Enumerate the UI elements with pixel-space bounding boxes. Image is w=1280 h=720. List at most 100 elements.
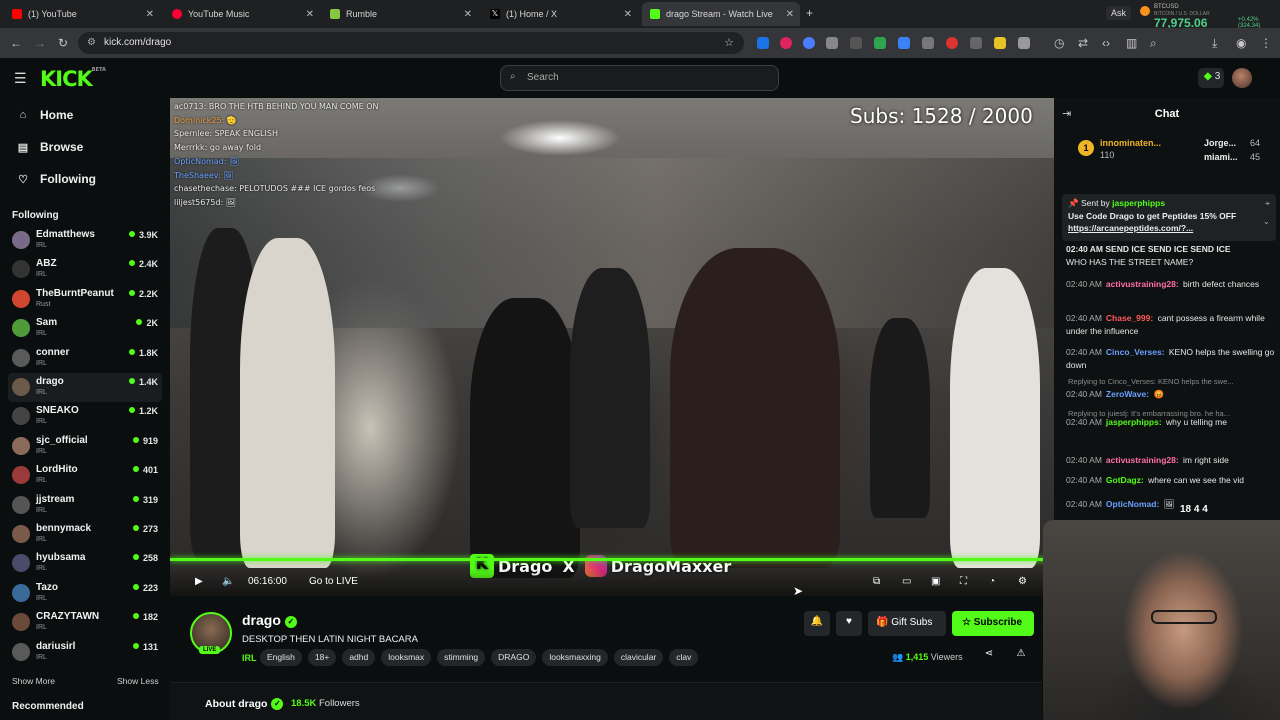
sidebar-item-crazytawn[interactable]: CRAZYTAWN IRL 182 bbox=[8, 608, 162, 637]
hamburger-menu-icon[interactable]: ☰ bbox=[14, 70, 27, 87]
extension-icon[interactable] bbox=[826, 37, 838, 49]
tag-chip[interactable]: DRAGO bbox=[491, 649, 537, 666]
history-icon[interactable]: ◷ bbox=[1054, 36, 1064, 50]
extension-icon[interactable] bbox=[850, 37, 862, 49]
chat-message[interactable]: 02:40 AM activustraining28: im right side bbox=[1066, 454, 1278, 467]
close-tab-icon[interactable]: ✕ bbox=[306, 9, 314, 20]
tag-chip[interactable]: English bbox=[260, 649, 302, 666]
pip-icon[interactable]: ▣ bbox=[931, 576, 940, 587]
sidebar-item-theburntpeanut[interactable]: TheBurntPeanut Rust 2.2K bbox=[8, 285, 162, 314]
chevron-down-icon[interactable]: ⌄ bbox=[1263, 216, 1270, 227]
category-link[interactable]: IRL bbox=[242, 653, 257, 663]
progress-bar[interactable] bbox=[170, 558, 1054, 561]
chat-username[interactable]: jasperphipps: bbox=[1106, 417, 1162, 427]
share-icon[interactable]: ⋖ bbox=[982, 648, 996, 662]
search-input[interactable]: ⌕ Search bbox=[500, 65, 779, 91]
close-tab-icon[interactable]: ✕ bbox=[786, 9, 794, 20]
go-to-live-button[interactable]: Go to LIVE bbox=[309, 576, 358, 587]
play-icon[interactable]: ▶ bbox=[195, 576, 203, 587]
translate-icon[interactable]: ⇄ bbox=[1078, 36, 1088, 50]
chat-username[interactable]: activustraining28: bbox=[1106, 279, 1179, 289]
browser-tab[interactable]: (1) YouTube ✕ bbox=[4, 2, 160, 26]
url-bar[interactable]: ⚙ kick.com/drago ☆ bbox=[78, 32, 744, 54]
chat-username[interactable]: Cinco_Verses: bbox=[1106, 347, 1165, 357]
zoom-icon[interactable]: ⌕ bbox=[1150, 36, 1157, 51]
extension-icon[interactable] bbox=[994, 37, 1006, 49]
chat-message[interactable]: 02:40 AM activustraining28: birth defect … bbox=[1066, 278, 1278, 291]
fullscreen-icon[interactable]: ⛶ bbox=[960, 576, 967, 587]
extension-icon[interactable] bbox=[922, 37, 934, 49]
sidebar-item-sneako[interactable]: SNEAKO IRL 1.2K bbox=[8, 402, 162, 431]
follow-heart-icon[interactable]: ♥ bbox=[836, 611, 862, 636]
sidebar-item-sjc_official[interactable]: sjc_official IRL 919 bbox=[8, 432, 162, 461]
forward-icon[interactable]: → bbox=[34, 36, 46, 50]
chat-username[interactable]: GotDagz: bbox=[1106, 475, 1144, 485]
sidebar-item-drago[interactable]: drago IRL 1.4K bbox=[8, 373, 162, 402]
devtools-icon[interactable]: ‹› bbox=[1102, 36, 1110, 50]
sidebar-item-edmatthews[interactable]: Edmatthews IRL 3.9K bbox=[8, 226, 162, 255]
sidebar-item-dariusirl[interactable]: dariusirl IRL 131 bbox=[8, 638, 162, 667]
browser-tab[interactable]: Rumble ✕ bbox=[322, 2, 478, 26]
tag-chip[interactable]: clav bbox=[669, 649, 699, 666]
clip-icon[interactable]: ⧉ bbox=[873, 576, 880, 587]
close-tab-icon[interactable]: ✕ bbox=[464, 9, 472, 20]
subscribe-button[interactable]: ☆ Subscribe bbox=[952, 611, 1034, 636]
reload-icon[interactable]: ↻ bbox=[58, 36, 68, 50]
kicks-badge[interactable]: ◆ 3 bbox=[1198, 68, 1224, 88]
report-icon[interactable]: ⚠ bbox=[1014, 648, 1028, 662]
close-tab-icon[interactable]: ✕ bbox=[624, 9, 632, 20]
sidebar-item-browse[interactable]: ▤ Browse bbox=[16, 140, 84, 154]
bookmark-star-icon[interactable]: ☆ bbox=[724, 36, 734, 49]
site-info-icon[interactable]: ⚙ bbox=[87, 37, 96, 48]
browser-tab[interactable]: 𝕏 (1) Home / X ✕ bbox=[482, 2, 638, 26]
sidebar-item-lordhito[interactable]: LordHito IRL 401 bbox=[8, 461, 162, 490]
extension-icon[interactable] bbox=[757, 37, 769, 49]
extension-icon[interactable] bbox=[780, 37, 792, 49]
chat-message[interactable]: 02:40 AM Chase_999: cant possess a firear… bbox=[1066, 312, 1278, 338]
tag-chip[interactable]: stimming bbox=[437, 649, 486, 666]
chat-username[interactable]: Chase_999: bbox=[1106, 313, 1153, 323]
sidebar-item-home[interactable]: ⌂ Home bbox=[16, 108, 74, 122]
extension-icon[interactable] bbox=[946, 37, 958, 49]
menu-icon[interactable]: ⋮ bbox=[1260, 36, 1272, 50]
sidebar-item-conner[interactable]: conner IRL 1.8K bbox=[8, 344, 162, 373]
pinned-message[interactable]: 📌 Sent by jasperphipps Use Code Drago to… bbox=[1062, 194, 1276, 241]
unpin-icon[interactable]: ⌖ bbox=[1265, 198, 1270, 209]
sidebar-item-bennymack[interactable]: bennymack IRL 273 bbox=[8, 520, 162, 549]
chat-message[interactable]: 02:40 AM GotDagz: where can we see the vi… bbox=[1066, 474, 1278, 487]
close-tab-icon[interactable]: ✕ bbox=[146, 9, 154, 20]
tag-chip[interactable]: looksmaxxing bbox=[542, 649, 608, 666]
settings-gear-icon[interactable]: ⚙ bbox=[1018, 576, 1027, 587]
extension-icon[interactable] bbox=[898, 37, 910, 49]
sidebar-item-following[interactable]: ♡ Following bbox=[16, 172, 96, 186]
tag-chip[interactable]: 18+ bbox=[307, 649, 337, 666]
speed-icon[interactable]: ◔ bbox=[989, 576, 995, 587]
chat-message[interactable]: WHO HAS THE STREET NAME? bbox=[1066, 256, 1278, 269]
extension-icon[interactable] bbox=[874, 37, 886, 49]
tag-chip[interactable]: looksmax bbox=[381, 649, 432, 666]
chat-username[interactable]: OpticNomad: bbox=[1106, 499, 1159, 509]
gift-subs-button[interactable]: 🎁 Gift Subs bbox=[868, 611, 946, 636]
ask-button[interactable]: Ask bbox=[1106, 6, 1132, 20]
extensions-puzzle-icon[interactable] bbox=[1018, 37, 1030, 49]
video-player[interactable]: ac0713: BRO THE HTB BEHIND YOU MAN COME … bbox=[170, 98, 1054, 596]
channel-name[interactable]: drago ✓ bbox=[242, 612, 297, 628]
sidebar-item-hyubsama[interactable]: hyubsama IRL 258 bbox=[8, 549, 162, 578]
back-icon[interactable]: ← bbox=[10, 36, 22, 50]
browser-tab-active[interactable]: drago Stream - Watch Live ✕ bbox=[642, 2, 800, 26]
chat-message[interactable]: 02:40 AM OpticNomad: 🖼 bbox=[1066, 498, 1278, 511]
theater-icon[interactable]: ▭ bbox=[902, 576, 911, 587]
chat-message[interactable]: 02:40 AM ZeroWave: 😡 bbox=[1066, 388, 1278, 401]
chat-username[interactable]: ZeroWave: bbox=[1106, 389, 1149, 399]
sidebar-item-jjstream[interactable]: jjstream IRL 319 bbox=[8, 491, 162, 520]
download-icon[interactable]: ⤓ bbox=[1212, 36, 1217, 51]
browser-tab[interactable]: YouTube Music ✕ bbox=[164, 2, 320, 26]
sidebar-item-sam[interactable]: Sam IRL 2K bbox=[8, 314, 162, 343]
kick-logo[interactable]: KICKBETA bbox=[40, 67, 106, 91]
extension-icon[interactable] bbox=[803, 37, 815, 49]
chat-username[interactable]: activustraining28: bbox=[1106, 455, 1179, 465]
tag-chip[interactable]: adhd bbox=[342, 649, 376, 666]
extension-icon[interactable] bbox=[970, 37, 982, 49]
pinned-link[interactable]: https://arcanepeptides.com/?... bbox=[1068, 223, 1264, 233]
sidebar-item-abz[interactable]: ABZ IRL 2.4K bbox=[8, 255, 162, 284]
